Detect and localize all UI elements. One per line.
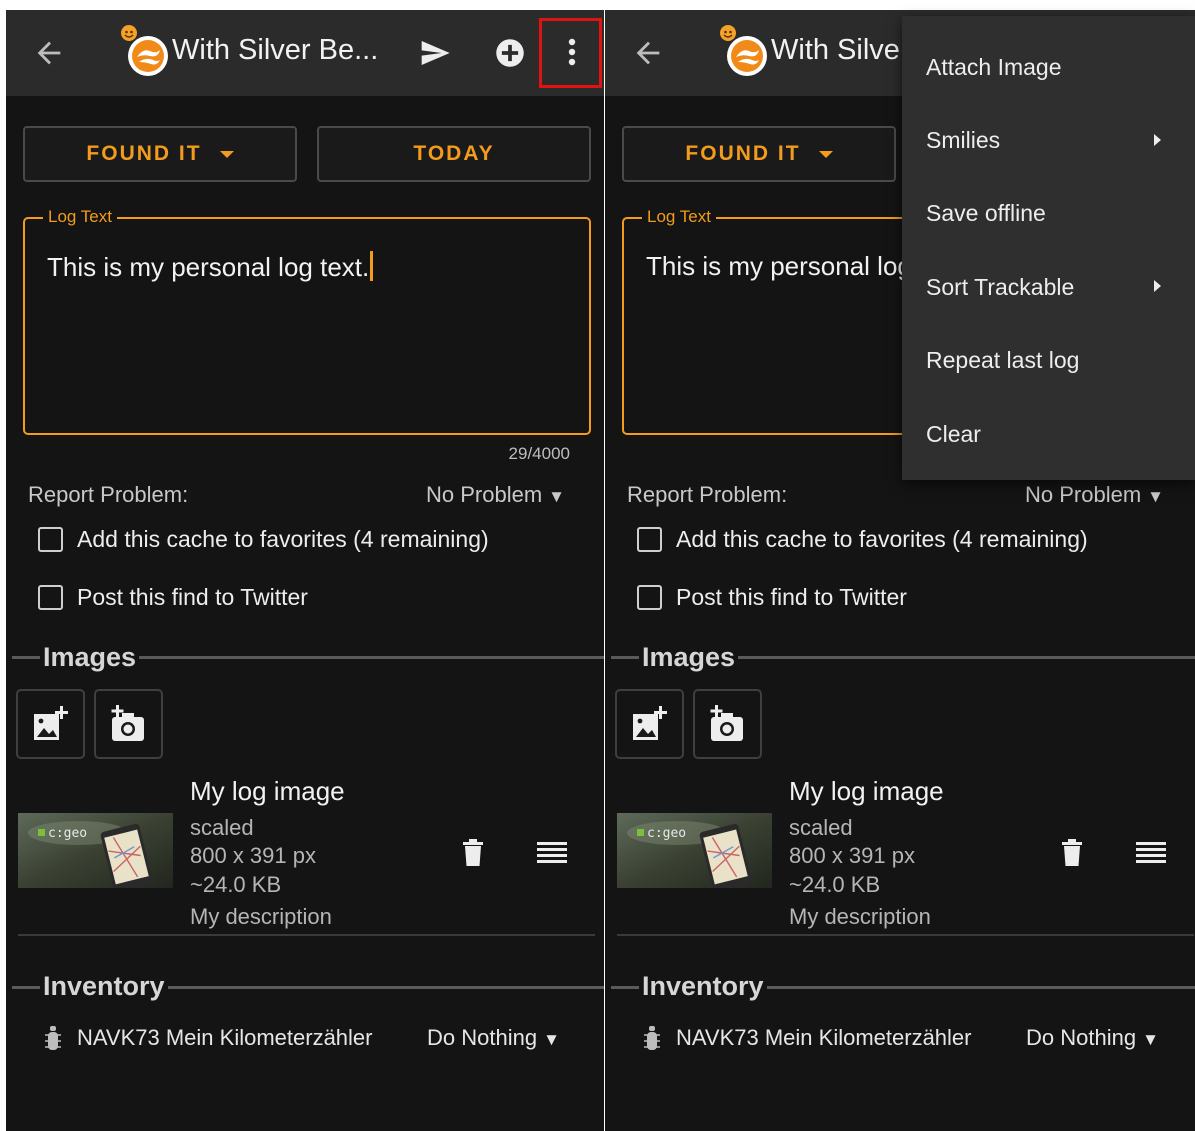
inventory-section-title: Inventory [40,971,168,1002]
reorder-icon[interactable] [537,842,567,864]
report-problem-label: Report Problem: [627,482,788,507]
menu-item-clear[interactable]: Clear [926,421,981,448]
take-photo-button[interactable] [94,689,163,759]
twitter-label: Post this find to Twitter [77,584,308,610]
image-scale: scaled [789,815,853,840]
arrow-left-icon[interactable] [32,36,66,70]
image-thumbnail[interactable]: c:geo [617,813,772,888]
image-description: My description [190,904,332,929]
more-button-highlight [539,18,602,88]
log-type-dropdown[interactable]: FOUND IT [23,126,297,182]
trackable-action-value: Do Nothing [427,1025,538,1050]
add-photo-icon [33,706,68,740]
add-camera-icon [111,705,144,741]
cache-type-icon [720,25,767,76]
date-button[interactable]: TODAY [317,126,591,182]
log-text-label: Log Text [43,207,117,227]
menu-item-smilies[interactable]: Smilies [926,127,1000,154]
image-size: ~24.0 KB [789,872,881,897]
take-photo-button[interactable] [693,689,762,759]
cache-title: With Silve [771,34,900,66]
favorites-label: Add this cache to favorites (4 remaining… [77,526,489,552]
add-image-button[interactable] [615,689,684,759]
cache-title: With Silver Be... [172,34,379,66]
report-problem-dropdown[interactable]: No Problem ▼ [1025,482,1164,508]
image-size: ~24.0 KB [190,872,282,897]
thumbnail-logo-text: c:geo [48,826,87,841]
send-icon[interactable] [418,37,452,69]
add-image-button[interactable] [16,689,85,759]
inventory-section-title: Inventory [639,971,767,1002]
twitter-checkbox[interactable] [38,585,63,610]
dropdown-caret-icon [219,150,234,158]
arrow-left-icon[interactable] [631,36,665,70]
log-text-label: Log Text [642,207,716,227]
report-problem-label: Report Problem: [28,482,189,507]
dropdown-caret-icon [818,150,833,158]
trackable-bug-icon [45,1026,61,1050]
image-item-divider [617,934,1194,936]
report-problem-value: No Problem [1025,482,1142,507]
log-text-field[interactable]: Log Text This is my personal log text. [23,207,591,435]
trash-icon[interactable] [1060,839,1084,867]
add-camera-icon [710,705,743,741]
log-text-value: This is my personal log text. [47,252,370,282]
image-name: My log image [789,776,944,806]
favorites-checkbox-row[interactable]: Add this cache to favorites (4 remaining… [38,526,489,553]
image-name: My log image [190,776,345,806]
thumbnail-logo-text: c:geo [647,826,686,841]
image-dimensions: 800 x 391 px [190,843,316,868]
images-section-title: Images [639,642,739,673]
overflow-menu: Attach Image Smilies Save offline Sort T… [902,16,1195,480]
reorder-icon[interactable] [1136,842,1166,864]
trash-icon[interactable] [461,839,485,867]
add-photo-icon [632,706,667,740]
favorites-checkbox-row[interactable]: Add this cache to favorites (4 remaining… [637,526,1088,553]
twitter-checkbox[interactable] [637,585,662,610]
image-item-divider [18,934,595,936]
log-type-label: FOUND IT [86,142,202,165]
menu-item-attach-image[interactable]: Attach Image [926,54,1062,81]
date-label: TODAY [413,142,495,165]
trackable-name: NAVK73 Mein Kilometerzähler [77,1025,373,1050]
menu-item-save-offline[interactable]: Save offline [926,200,1046,227]
trackable-bug-icon [644,1026,660,1050]
char-counter: 29/4000 [508,444,570,463]
dropdown-triangle-icon: ▼ [1142,1030,1159,1049]
trackable-action-dropdown[interactable]: Do Nothing ▼ [427,1025,560,1051]
dropdown-triangle-icon: ▼ [548,487,565,506]
cache-type-icon [121,25,168,76]
trackable-action-value: Do Nothing [1026,1025,1137,1050]
log-type-dropdown[interactable]: FOUND IT [622,126,896,182]
text-cursor [370,251,374,281]
add-circle-icon[interactable] [495,38,525,68]
log-screen-left: With Silver Be... FOUND IT TODAY Log Tex… [6,10,604,1131]
image-thumbnail[interactable]: c:geo [18,813,173,888]
dropdown-triangle-icon: ▼ [1147,487,1164,506]
twitter-label: Post this find to Twitter [676,584,907,610]
report-problem-dropdown[interactable]: No Problem ▼ [426,482,565,508]
images-section-title: Images [40,642,140,673]
twitter-checkbox-row[interactable]: Post this find to Twitter [637,584,907,611]
log-type-label: FOUND IT [685,142,801,165]
dropdown-triangle-icon: ▼ [543,1030,560,1049]
favorites-label: Add this cache to favorites (4 remaining… [676,526,1088,552]
toolbar: With Silver Be... [6,10,604,96]
image-dimensions: 800 x 391 px [789,843,915,868]
report-problem-value: No Problem [426,482,543,507]
menu-item-repeat-last-log[interactable]: Repeat last log [926,347,1079,374]
trackable-name: NAVK73 Mein Kilometerzähler [676,1025,972,1050]
favorites-checkbox[interactable] [637,527,662,552]
twitter-checkbox-row[interactable]: Post this find to Twitter [38,584,308,611]
image-description: My description [789,904,931,929]
image-scale: scaled [190,815,254,840]
trackable-action-dropdown[interactable]: Do Nothing ▼ [1026,1025,1159,1051]
favorites-checkbox[interactable] [38,527,63,552]
submenu-arrow-icon [1154,280,1161,292]
menu-item-sort-trackable[interactable]: Sort Trackable [926,274,1074,301]
submenu-arrow-icon [1154,134,1161,146]
